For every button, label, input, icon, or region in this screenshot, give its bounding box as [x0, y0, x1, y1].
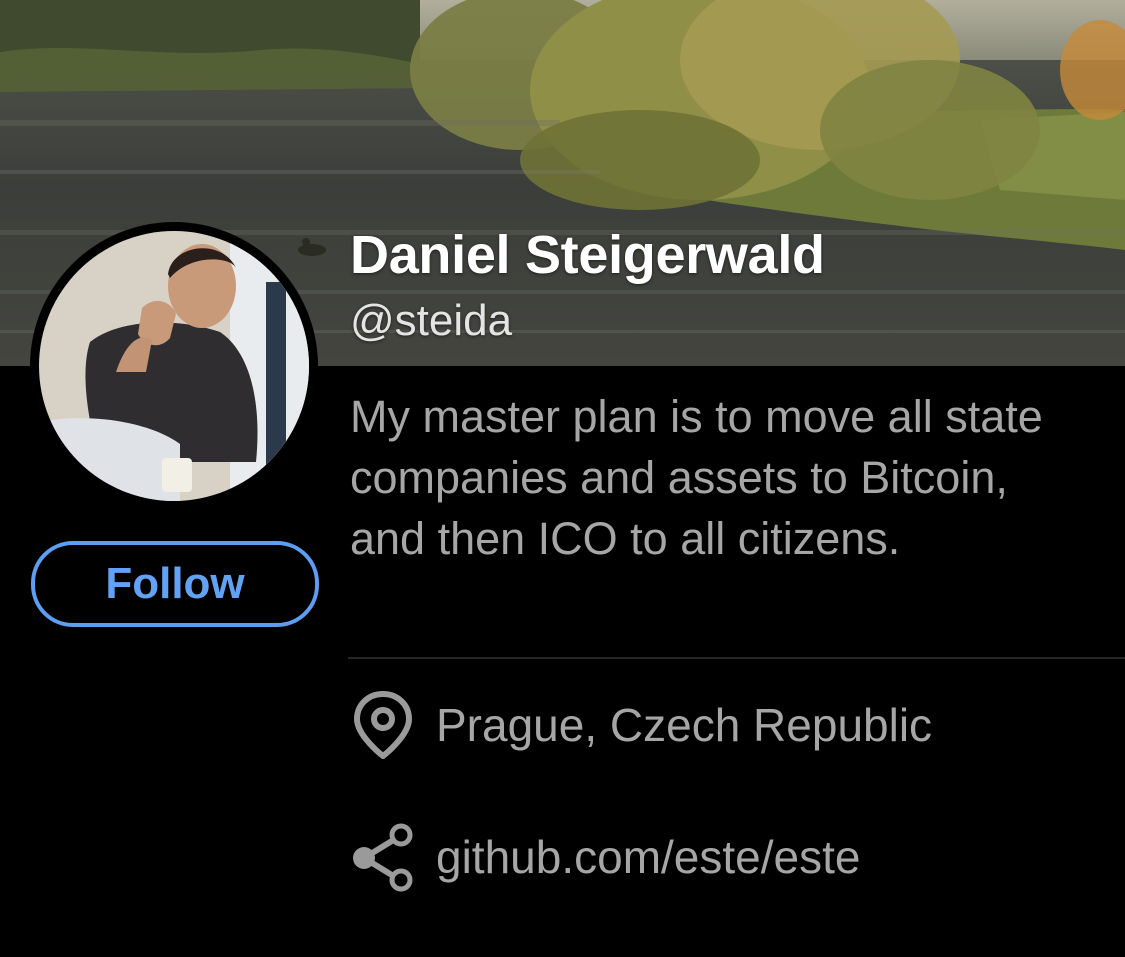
- share-icon: [350, 822, 416, 892]
- username-handle: @steida: [350, 296, 513, 345]
- avatar-photo: [34, 226, 314, 506]
- website-link[interactable]: github.com/este/este: [436, 830, 860, 884]
- map-pin-icon: [350, 690, 416, 760]
- website-row[interactable]: github.com/este/este: [350, 822, 860, 892]
- display-name: Daniel Steigerwald: [350, 225, 825, 285]
- profile-bio: My master plan is to move all state comp…: [350, 391, 1043, 564]
- location-label: Prague, Czech Republic: [436, 699, 933, 751]
- divider: [348, 657, 1125, 659]
- avatar[interactable]: [30, 222, 318, 510]
- follow-button[interactable]: Follow: [31, 541, 319, 627]
- location-row: Prague, Czech Republic: [350, 690, 932, 760]
